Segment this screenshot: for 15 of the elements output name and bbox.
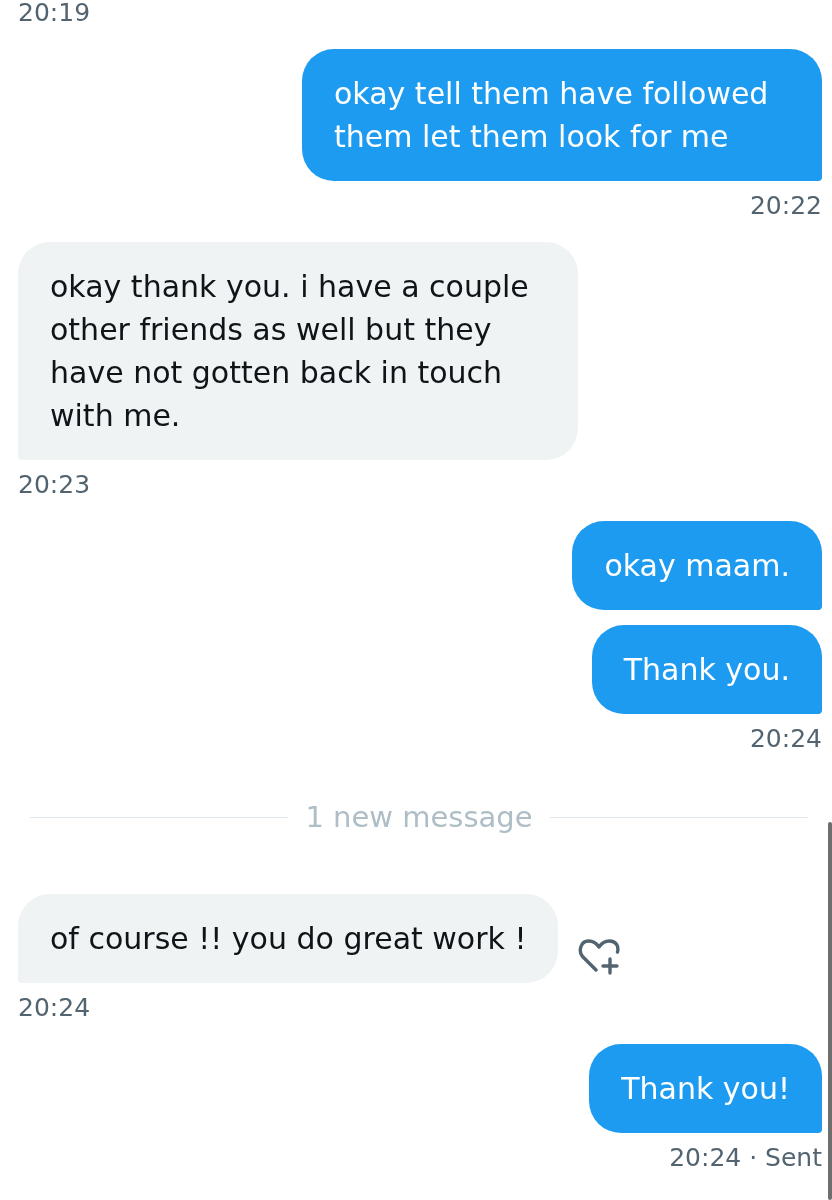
message-bubble: okay tell them have followed them let them look for me [302, 49, 822, 181]
message-bubble: okay maam. [572, 521, 822, 610]
timestamp: 20:22 [749, 193, 822, 218]
timestamp: 20:24 · Sent [669, 1145, 822, 1170]
timestamp: 20:23 [18, 472, 91, 497]
message-bubble: Thank you. [591, 625, 822, 714]
scrollbar[interactable] [828, 822, 832, 1200]
message-bubble: of course !! you do great work ! [18, 894, 559, 983]
timestamp: 20:19 [18, 0, 91, 25]
timestamp: 20:24 [18, 995, 91, 1020]
timestamp: 20:24 [749, 726, 822, 751]
heart-plus-icon[interactable] [578, 937, 621, 975]
message-bubble: okay thank you. i have a couple other friends as well but they have not gotten back in touch with me. [18, 242, 578, 460]
new-message-divider-label: 1 new message [305, 799, 533, 835]
message-bubble: Thank you! [589, 1044, 822, 1133]
